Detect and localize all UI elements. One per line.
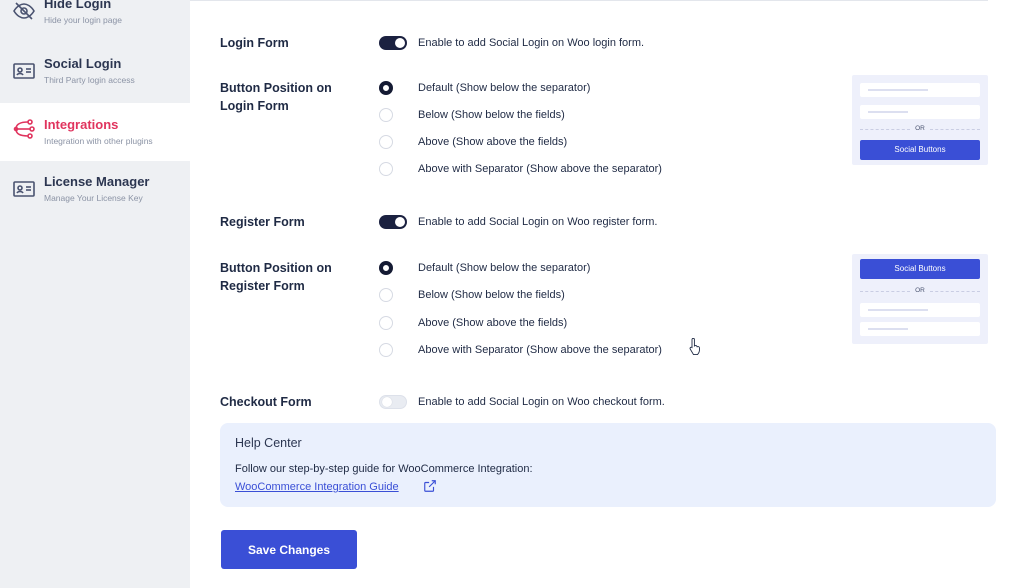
toggle-knob (395, 38, 405, 48)
sidebar-item-subtitle: Hide your login page (44, 15, 122, 25)
login-position-radio-above-separator[interactable] (379, 162, 393, 176)
preview-field (860, 322, 980, 336)
license-card-icon (13, 181, 35, 197)
help-center-title: Help Center (235, 436, 302, 450)
login-form-label: Login Form (220, 36, 289, 50)
toggle-knob (395, 217, 405, 227)
sidebar-item-hide-login[interactable]: Hide Login Hide your login page (0, 0, 190, 54)
help-center-text: Follow our step-by-step guide for WooCom… (235, 463, 533, 475)
sidebar-item-subtitle: Integration with other plugins (44, 136, 153, 146)
sidebar-item-title: License Manager (44, 174, 150, 189)
register-position-label: Button Position on Register Form (220, 259, 360, 295)
external-link-icon[interactable] (423, 479, 437, 493)
label-line: Button Position on (220, 81, 332, 95)
sidebar-item-subtitle: Manage Your License Key (44, 193, 143, 203)
login-position-radio-below[interactable] (379, 108, 393, 122)
sidebar-item-title: Hide Login (44, 0, 112, 11)
sidebar: Hide Login Hide your login page Social L… (0, 0, 190, 588)
label-line: Login Form (220, 99, 289, 113)
toggle-knob (382, 397, 392, 407)
sidebar-item-integrations[interactable]: Integrations Integration with other plug… (0, 103, 190, 161)
preview-field (860, 105, 980, 119)
radio-label: Below (Show below the fields) (418, 109, 565, 121)
login-position-radio-default[interactable] (379, 81, 393, 95)
preview-social-button: Social Buttons (860, 140, 980, 160)
radio-label: Above (Show above the fields) (418, 136, 568, 148)
radio-label: Above with Separator (Show above the sep… (418, 344, 662, 356)
id-card-icon (13, 63, 35, 79)
woocommerce-guide-link[interactable]: WooCommerce Integration Guide (235, 481, 399, 493)
login-position-label: Button Position on Login Form (220, 79, 360, 115)
sidebar-item-title: Social Login (44, 56, 122, 71)
register-position-preview: Social Buttons OR (852, 254, 988, 344)
integrations-icon (13, 119, 35, 139)
help-center-panel: Help Center Follow our step-by-step guid… (220, 423, 996, 507)
sidebar-item-title: Integrations (44, 117, 119, 132)
checkout-form-toggle-text: Enable to add Social Login on Woo checko… (418, 396, 665, 408)
register-position-radio-below[interactable] (379, 288, 393, 302)
register-form-toggle[interactable] (379, 215, 407, 229)
radio-label: Default (Show below the separator) (418, 262, 591, 274)
radio-label: Above with Separator (Show above the sep… (418, 163, 662, 175)
register-position-radio-above[interactable] (379, 316, 393, 330)
checkout-form-label: Checkout Form (220, 395, 312, 409)
sidebar-item-subtitle: Third Party login access (44, 75, 135, 85)
login-form-toggle-text: Enable to add Social Login on Woo login … (418, 37, 645, 49)
radio-label: Above (Show above the fields) (418, 317, 568, 329)
preview-separator: OR (860, 286, 980, 296)
register-form-label: Register Form (220, 215, 305, 229)
label-line: Button Position on (220, 261, 332, 275)
save-changes-button[interactable]: Save Changes (221, 530, 357, 569)
radio-label: Below (Show below the fields) (418, 289, 565, 301)
hand-cursor-icon (689, 338, 700, 356)
main-content: Login Form Enable to add Social Login on… (190, 0, 1024, 588)
login-form-toggle[interactable] (379, 36, 407, 50)
preview-separator: OR (860, 124, 980, 134)
sidebar-item-license-manager[interactable]: License Manager Manage Your License Key (0, 174, 190, 232)
login-position-radio-above[interactable] (379, 135, 393, 149)
register-position-radio-default[interactable] (379, 261, 393, 275)
radio-label: Default (Show below the separator) (418, 82, 591, 94)
label-line: Register Form (220, 279, 305, 293)
preview-field (860, 83, 980, 97)
eye-slash-icon (13, 2, 35, 20)
login-position-preview: OR Social Buttons (852, 75, 988, 165)
preview-social-button: Social Buttons (860, 259, 980, 279)
register-position-radio-above-separator[interactable] (379, 343, 393, 357)
register-form-toggle-text: Enable to add Social Login on Woo regist… (418, 216, 658, 228)
checkout-form-toggle[interactable] (379, 395, 407, 409)
preview-field (860, 303, 980, 317)
